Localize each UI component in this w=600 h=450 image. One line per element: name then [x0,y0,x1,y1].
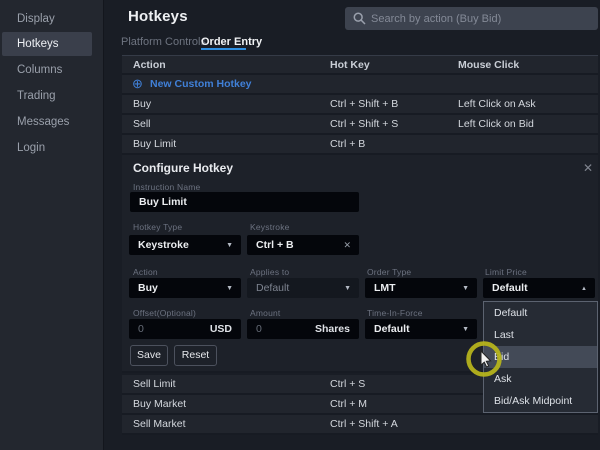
instruction-name-input[interactable]: Buy Limit [130,192,359,212]
hotkey-type-value: Keystroke [138,235,189,255]
row-hotkey: Ctrl + S [330,375,365,393]
time-in-force-value: Default [374,319,410,339]
panel-title: Configure Hotkey [133,161,233,175]
search-box[interactable] [345,7,598,30]
limit-price-select[interactable]: Default ▲ [483,278,595,298]
row-hotkey: Ctrl + Shift + A [330,415,398,433]
row-hotkey: Ctrl + M [330,395,367,413]
active-tab-underline [201,48,246,51]
dropdown-option-bid[interactable]: Bid [484,346,597,368]
plus-circle-icon: ⊕ [132,74,143,94]
applies-to-label: Applies to [250,267,289,277]
hotkey-type-label: Hotkey Type [133,222,182,232]
sidebar-item-trading[interactable]: Trading [2,84,92,108]
instruction-name-value: Buy Limit [139,192,187,212]
applies-to-select[interactable]: Default ▼ [247,278,359,298]
reset-button[interactable]: Reset [174,345,217,366]
col-mouse: Mouse Click [458,56,519,74]
col-hotkey: Hot Key [330,56,370,74]
limit-price-label: Limit Price [485,267,527,277]
chevron-up-icon: ▲ [581,279,587,299]
search-icon [353,12,366,25]
clear-keystroke-icon[interactable]: ✕ [343,235,351,255]
amount-unit: Shares [315,319,350,339]
order-type-value: LMT [374,278,396,298]
instruction-name-label: Instruction Name [133,182,200,192]
chevron-down-icon: ▼ [462,320,469,340]
dropdown-option-ask[interactable]: Ask [484,368,597,390]
dropdown-option-bid-ask-midpoint[interactable]: Bid/Ask Midpoint [484,390,597,412]
save-button[interactable]: Save [130,345,168,366]
time-in-force-select[interactable]: Default ▼ [365,319,477,339]
row-action: Sell Market [133,415,186,433]
col-action: Action [133,56,166,74]
table-row-sell[interactable]: Sell Ctrl + Shift + S Left Click on Bid [122,115,598,135]
table-row-buy[interactable]: Buy Ctrl + Shift + B Left Click on Ask [122,95,598,115]
limit-price-value: Default [492,278,528,298]
keystroke-value: Ctrl + B [256,235,294,255]
chevron-down-icon: ▼ [344,279,351,299]
dropdown-option-last[interactable]: Last [484,324,597,346]
tab-order-entry[interactable]: Order Entry [201,36,262,48]
action-label: Action [133,267,158,277]
row-hotkey: Ctrl + Shift + B [330,95,398,113]
sidebar-item-hotkeys[interactable]: Hotkeys [2,32,92,56]
sidebar-item-columns[interactable]: Columns [2,58,92,82]
table-row-buy-limit[interactable]: Buy Limit Ctrl + B [122,135,598,155]
row-action: Buy Limit [133,135,176,153]
limit-price-dropdown-menu: Default Last Bid Ask Bid/Ask Midpoint [483,301,598,413]
search-input[interactable] [371,7,591,30]
row-action: Sell [133,115,151,133]
sidebar-item-login[interactable]: Login [2,136,92,160]
row-action: Sell Limit [133,375,176,393]
row-action: Buy Market [133,395,186,413]
new-custom-hotkey-link[interactable]: New Custom Hotkey [150,75,252,93]
offset-label: Offset(Optional) [133,308,196,318]
new-custom-hotkey-row[interactable]: ⊕ New Custom Hotkey [122,75,598,95]
chevron-down-icon: ▼ [226,279,233,299]
offset-value: 0 [138,319,144,339]
row-action: Buy [133,95,151,113]
sidebar-item-messages[interactable]: Messages [2,110,92,134]
action-value: Buy [138,278,158,298]
row-hotkey: Ctrl + Shift + S [330,115,398,133]
offset-unit: USD [210,319,232,339]
order-type-label: Order Type [367,267,411,277]
tab-platform-controls[interactable]: Platform Controls [121,36,206,48]
row-hotkey: Ctrl + B [330,135,365,153]
keystroke-input[interactable]: Ctrl + B ✕ [247,235,359,255]
page-title: Hotkeys [128,8,188,25]
table-header-row: Action Hot Key Mouse Click [122,55,598,75]
amount-label: Amount [250,308,281,318]
applies-to-value: Default [256,278,289,298]
amount-value: 0 [256,319,262,339]
chevron-down-icon: ▼ [226,236,233,256]
time-in-force-label: Time-In-Force [367,308,423,318]
amount-input[interactable]: 0 Shares [247,319,359,339]
sidebar-item-display[interactable]: Display [2,7,92,31]
row-mouse: Left Click on Bid [458,115,534,133]
keystroke-label: Keystroke [250,222,290,232]
settings-sidebar: Display Hotkeys Columns Trading Messages… [0,0,104,450]
offset-input[interactable]: 0 USD [129,319,241,339]
row-mouse: Left Click on Ask [458,95,536,113]
order-type-select[interactable]: LMT ▼ [365,278,477,298]
hotkey-type-select[interactable]: Keystroke ▼ [129,235,241,255]
action-select[interactable]: Buy ▼ [129,278,241,298]
dropdown-option-default[interactable]: Default [484,302,597,324]
close-icon[interactable]: ✕ [581,159,595,177]
table-row-sell-market[interactable]: Sell Market Ctrl + Shift + A [122,415,598,435]
chevron-down-icon: ▼ [462,279,469,299]
